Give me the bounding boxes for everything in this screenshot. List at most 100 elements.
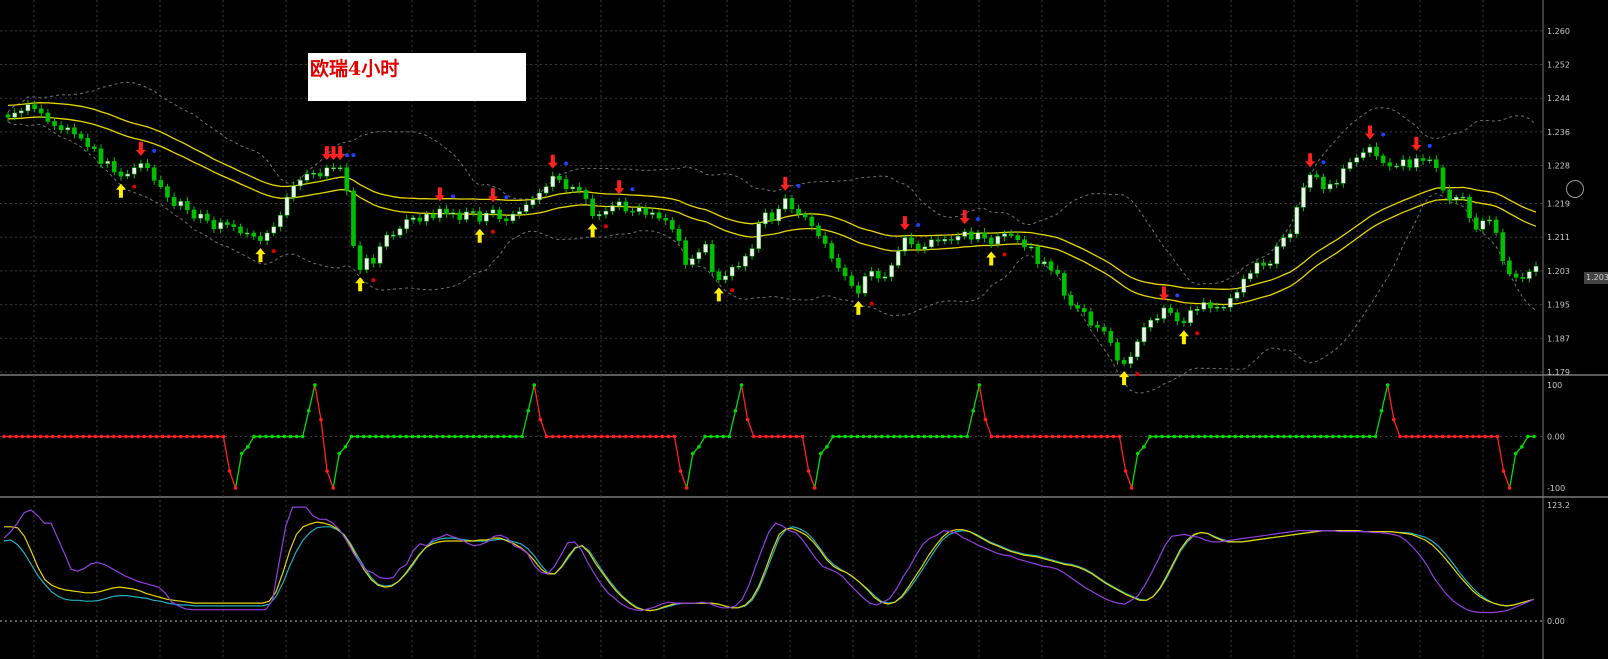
candle-bull: [391, 234, 396, 237]
oscillator-point: [1081, 434, 1085, 439]
candle-bear: [1261, 262, 1266, 266]
candle-bull: [570, 186, 576, 190]
candle-bull: [138, 163, 144, 168]
candle-bear: [1420, 158, 1426, 161]
candle-bull: [1028, 246, 1034, 249]
oscillator-point: [514, 434, 518, 439]
candle-bull: [530, 199, 536, 206]
oscillator-point: [1349, 434, 1353, 439]
signal-dot-blue: [796, 183, 801, 188]
candle-bear: [204, 213, 210, 221]
oscillator-segment: [234, 453, 243, 489]
oscillator-point: [886, 434, 890, 439]
oscillator-point: [8, 434, 12, 439]
sell-arrow-icon: [328, 146, 339, 161]
oscillator-point: [44, 434, 49, 439]
candle-bull: [65, 127, 71, 131]
oscillator-point: [1288, 434, 1292, 439]
candle-bull: [537, 192, 542, 200]
candle-bull: [610, 205, 615, 212]
oscillator-point: [178, 434, 183, 439]
candle-bear: [1314, 174, 1320, 178]
oscillator-point: [1324, 434, 1329, 439]
candle-bull: [1254, 262, 1260, 274]
candle-bear: [224, 222, 230, 225]
oscillator-point: [812, 486, 817, 490]
candle-bull: [397, 228, 403, 236]
candle-bull: [450, 212, 456, 215]
oscillator-point: [343, 445, 348, 449]
candle-bear: [1022, 239, 1027, 248]
candle-bear: [988, 237, 994, 245]
candle-bear: [444, 208, 449, 215]
oscillator-point: [447, 434, 451, 439]
oscillator-segment: [801, 436, 810, 472]
oscillator-segment: [1380, 384, 1389, 411]
oscillator-point: [684, 486, 689, 490]
candle-bull: [12, 112, 17, 118]
oscillator-point: [1227, 434, 1232, 439]
candle-bull: [975, 232, 981, 240]
oscillator-segment: [966, 410, 974, 437]
candle-bull: [689, 258, 695, 265]
candle-bull: [1347, 162, 1353, 169]
oscillator-segment: [539, 419, 548, 437]
candle-bull: [284, 196, 290, 216]
oscillator-point: [1068, 434, 1073, 439]
oscillator-point: [666, 434, 671, 439]
oscillator-point: [892, 434, 896, 439]
candle-bear: [816, 225, 821, 237]
chart-shift-handle[interactable]: [1566, 180, 1584, 198]
oscillator-segment: [326, 470, 334, 489]
oscillator-point: [1294, 434, 1299, 439]
candle-bull: [1307, 174, 1313, 188]
candle-bear: [1101, 327, 1107, 332]
oscillator-point: [325, 469, 329, 473]
oscillator-point: [532, 383, 537, 387]
oscillator-point: [1209, 434, 1213, 439]
candle-bull: [942, 239, 948, 242]
oscillator-point: [172, 434, 177, 439]
candle-bear: [1500, 232, 1506, 262]
signal-dot-red: [371, 278, 376, 283]
candle-bear: [1035, 246, 1041, 265]
oscillator-segment: [302, 410, 310, 437]
oscillator-point: [520, 434, 524, 439]
oscillator-point: [837, 434, 841, 439]
oscillator-point: [916, 434, 921, 439]
oscillator-point: [38, 434, 43, 439]
oscillator-point: [1410, 434, 1414, 439]
oscillator-point: [380, 434, 384, 439]
oscillator-point: [1282, 434, 1286, 439]
oscillator-point: [495, 434, 500, 439]
candle-bear: [1075, 305, 1080, 309]
candle-bull: [218, 222, 223, 230]
candle-bear: [1062, 273, 1067, 296]
oscillator-point: [75, 434, 79, 439]
oscillator-point: [800, 434, 805, 439]
candle-bull: [324, 167, 330, 177]
oscillator-point: [1129, 486, 1134, 490]
candle-bear: [1048, 261, 1054, 271]
oscillator-point: [1465, 434, 1469, 439]
oscillator-segment: [728, 410, 737, 437]
signal-dot-blue: [564, 161, 569, 166]
candle-bear: [1380, 155, 1386, 163]
signal-dot-red: [271, 249, 276, 254]
oscillator-point: [93, 434, 98, 439]
oscillator-segment: [1374, 410, 1383, 437]
candle-bull: [636, 207, 642, 212]
bollinger-upper: [7, 81, 1537, 285]
candle-bear: [1440, 167, 1446, 191]
oscillator-point: [1050, 434, 1055, 439]
candle-bull: [331, 167, 336, 169]
oscillator-point: [538, 417, 543, 422]
oscillator-segment: [1502, 470, 1511, 489]
oscillator-point: [477, 434, 482, 439]
oscillator-point: [1007, 434, 1012, 439]
oscillator-point: [471, 434, 476, 439]
price-tick-label: 1.211: [1547, 233, 1570, 242]
oscillator-point: [831, 434, 835, 439]
candle-bull: [25, 104, 31, 112]
candle-bear: [1081, 308, 1087, 313]
